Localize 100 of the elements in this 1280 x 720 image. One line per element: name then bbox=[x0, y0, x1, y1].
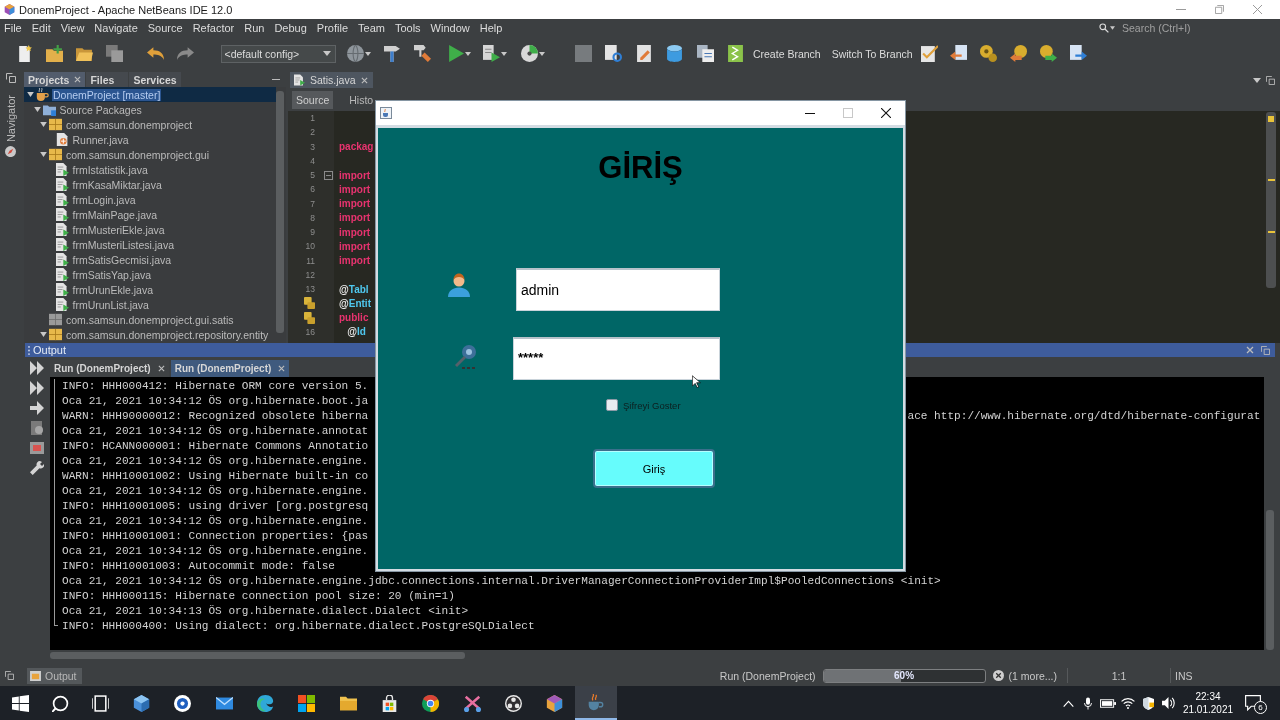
panel-tab[interactable]: Projects bbox=[24, 72, 86, 87]
tree-item[interactable]: frmUrunEkle.java bbox=[24, 282, 276, 297]
caret-icon[interactable] bbox=[40, 152, 47, 157]
tree-item[interactable]: frmMusteriListesi.java bbox=[24, 237, 276, 252]
stop-icon[interactable] bbox=[29, 441, 44, 455]
stacked-squares-icon[interactable] bbox=[105, 45, 123, 62]
menu-item[interactable]: Tools bbox=[394, 22, 421, 34]
username-field[interactable]: admin bbox=[516, 268, 720, 311]
checkbox[interactable] bbox=[606, 399, 618, 411]
menu-item[interactable]: Help bbox=[479, 22, 503, 34]
view-tab[interactable]: Histo bbox=[345, 91, 378, 109]
tree-item[interactable]: com.samsun.donemproject bbox=[24, 117, 276, 132]
tree-item[interactable]: frmUrunList.java bbox=[24, 297, 276, 312]
menu-item[interactable]: Window bbox=[430, 22, 470, 34]
panel-tab[interactable]: Files bbox=[86, 72, 129, 87]
stripe-mark-icon[interactable] bbox=[1267, 231, 1275, 233]
restore-icon[interactable] bbox=[5, 671, 14, 680]
tree-item[interactable]: frmSatisGecmisi.java bbox=[24, 252, 276, 267]
menu-item[interactable]: Refactor bbox=[192, 22, 235, 34]
close-icon[interactable] bbox=[881, 108, 891, 118]
chevron-up-icon[interactable] bbox=[1062, 699, 1074, 707]
task-view-icon[interactable] bbox=[92, 694, 109, 712]
globe-icon[interactable] bbox=[347, 45, 364, 62]
caret-icon[interactable] bbox=[1253, 77, 1261, 83]
search-icon[interactable] bbox=[1099, 23, 1109, 33]
tree-item[interactable]: frmMainPage.java bbox=[24, 207, 276, 222]
stripe-mark-icon[interactable] bbox=[1267, 179, 1275, 181]
folder-icon[interactable] bbox=[75, 45, 93, 62]
panel-tab[interactable]: Services bbox=[129, 72, 181, 87]
scrollbar-thumb[interactable] bbox=[1266, 510, 1274, 650]
fast-forward-icon[interactable] bbox=[29, 381, 44, 395]
tree-item[interactable]: com.samsun.donemproject.repository.entity bbox=[24, 327, 276, 342]
view-tab[interactable]: Source bbox=[292, 91, 334, 109]
overlapping-squares-icon[interactable] bbox=[304, 311, 315, 324]
caret-icon[interactable] bbox=[27, 92, 34, 97]
config-dropdown[interactable]: <default config> bbox=[220, 44, 336, 63]
menu-item[interactable]: Navigate bbox=[94, 22, 138, 34]
hammer-broom-icon[interactable] bbox=[413, 45, 431, 62]
tree-item[interactable]: com.samsun.donemproject.gui.satis bbox=[24, 312, 276, 327]
caret-icon[interactable] bbox=[464, 51, 471, 56]
tree-item[interactable]: frmLogin.java bbox=[24, 192, 276, 207]
caret-icon[interactable] bbox=[501, 51, 507, 56]
toolbar-button[interactable]: Switch To Branch bbox=[829, 44, 915, 63]
restore-icon[interactable] bbox=[6, 73, 16, 83]
search-icon[interactable] bbox=[51, 694, 69, 712]
fold-icon[interactable] bbox=[323, 170, 333, 180]
cancel-icon[interactable] bbox=[992, 670, 1004, 681]
minimize-icon[interactable] bbox=[805, 112, 815, 114]
editor-tab[interactable]: Satis.java bbox=[290, 72, 373, 88]
undo-icon[interactable] bbox=[147, 45, 164, 62]
password-field[interactable]: ***** bbox=[513, 337, 720, 380]
speech-bubble-icon[interactable] bbox=[1245, 695, 1261, 711]
menu-item[interactable]: Source bbox=[147, 22, 183, 34]
play-icon[interactable] bbox=[446, 45, 464, 62]
circle-arrow-icon[interactable] bbox=[1010, 45, 1027, 62]
tree-item[interactable]: frmMusteriEkle.java bbox=[24, 222, 276, 237]
clock-date[interactable]: 21.01.2021 bbox=[1182, 703, 1234, 716]
restore-icon[interactable] bbox=[1261, 345, 1270, 355]
scrollbar-thumb[interactable] bbox=[276, 91, 284, 333]
tree-item[interactable]: com.samsun.donemproject.gui bbox=[24, 147, 276, 162]
fast-forward-icon[interactable] bbox=[29, 361, 44, 375]
menu-item[interactable]: Edit bbox=[31, 22, 51, 34]
circle-arrow-icon[interactable] bbox=[1039, 45, 1057, 62]
documents-icon[interactable] bbox=[696, 45, 714, 62]
document-check-icon[interactable] bbox=[920, 45, 938, 62]
menu-item[interactable]: Debug bbox=[274, 22, 307, 34]
restore-icon[interactable] bbox=[1266, 75, 1275, 85]
menu-item[interactable]: Team bbox=[358, 22, 385, 34]
output-tab[interactable]: Run (DonemProject) bbox=[170, 360, 290, 377]
circles-icon[interactable] bbox=[980, 45, 998, 62]
output-button[interactable]: Output bbox=[27, 667, 82, 684]
scrollbar-thumb[interactable] bbox=[1266, 112, 1276, 288]
caret-icon[interactable] bbox=[40, 122, 47, 127]
wrench-icon[interactable] bbox=[29, 461, 44, 475]
menu-item[interactable]: File bbox=[4, 22, 22, 34]
tree-item[interactable]: frmSatisYap.java bbox=[24, 267, 276, 282]
caret-icon[interactable] bbox=[365, 51, 371, 56]
navigator-tab[interactable]: Navigator bbox=[5, 93, 17, 160]
document-zigzag-icon[interactable] bbox=[726, 45, 744, 62]
toolbar-button[interactable]: Create Branch bbox=[750, 44, 823, 63]
document-play-icon[interactable] bbox=[483, 45, 500, 62]
document-ring-icon[interactable] bbox=[605, 45, 623, 62]
redo-icon[interactable] bbox=[177, 45, 194, 62]
microphone-icon[interactable] bbox=[1084, 696, 1092, 710]
shield-icon[interactable] bbox=[1142, 696, 1154, 710]
menu-item[interactable]: Profile bbox=[316, 22, 348, 34]
tree-item[interactable]: DonemProject [master] bbox=[24, 87, 276, 102]
scrollbar-thumb[interactable] bbox=[50, 652, 465, 659]
tree-item[interactable]: frmKasaMiktar.java bbox=[24, 177, 276, 192]
tree-item[interactable]: Runner.java bbox=[24, 132, 276, 147]
tree-item[interactable]: Source Packages bbox=[24, 102, 276, 117]
login-button[interactable]: Giriş bbox=[593, 449, 715, 488]
document-arrow-icon[interactable] bbox=[1069, 45, 1087, 62]
menu-item[interactable]: View bbox=[60, 22, 85, 34]
caret-icon[interactable] bbox=[1110, 26, 1115, 30]
tree-item[interactable]: frmIstatistik.java bbox=[24, 162, 276, 177]
speaker-icon[interactable] bbox=[1161, 697, 1175, 709]
new-folder-icon[interactable] bbox=[45, 45, 63, 62]
overlapping-squares-icon[interactable] bbox=[304, 297, 315, 310]
cylinder-icon[interactable] bbox=[666, 45, 684, 62]
